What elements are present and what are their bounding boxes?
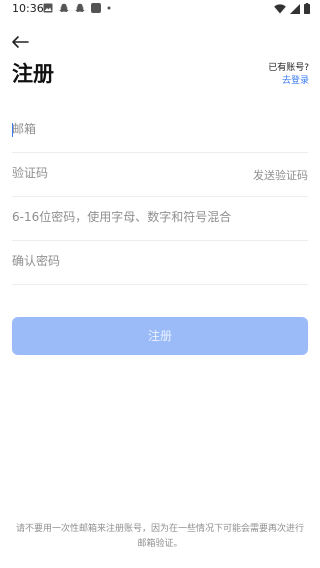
app-icon	[91, 3, 101, 13]
password-field-row	[12, 196, 308, 241]
login-link[interactable]: 去登录	[282, 73, 309, 86]
status-time: 10:36	[12, 2, 44, 15]
confirm-password-field-row	[12, 240, 308, 285]
email-input[interactable]	[12, 108, 242, 150]
status-bar: 10:36	[0, 0, 320, 18]
status-system-icons	[274, 3, 310, 14]
password-input[interactable]	[12, 196, 308, 238]
text-cursor	[12, 123, 13, 137]
has-account-label: 已有账号?	[268, 63, 309, 73]
snapchat-icon	[75, 3, 85, 12]
snapchat-icon	[59, 3, 69, 12]
status-notification-icons	[43, 3, 111, 13]
back-arrow-icon[interactable]	[10, 34, 30, 50]
email-notice: 请不要用一次性邮箱来注册账号，因为在一些情况下可能会需要再次进行邮箱验证。	[15, 524, 304, 549]
dot-icon	[107, 6, 111, 10]
wifi-icon	[274, 3, 286, 13]
send-code-button[interactable]: 发送验证码	[253, 167, 308, 183]
code-field-row: 发送验证码	[12, 152, 308, 197]
battery-icon	[304, 3, 310, 14]
register-button[interactable]: 注册	[12, 317, 308, 355]
gallery-icon	[43, 3, 53, 13]
verification-code-input[interactable]	[12, 152, 242, 194]
confirm-password-input[interactable]	[12, 240, 242, 282]
email-field-row	[12, 108, 308, 153]
page-title: 注册	[12, 62, 54, 86]
signal-icon	[290, 3, 300, 14]
